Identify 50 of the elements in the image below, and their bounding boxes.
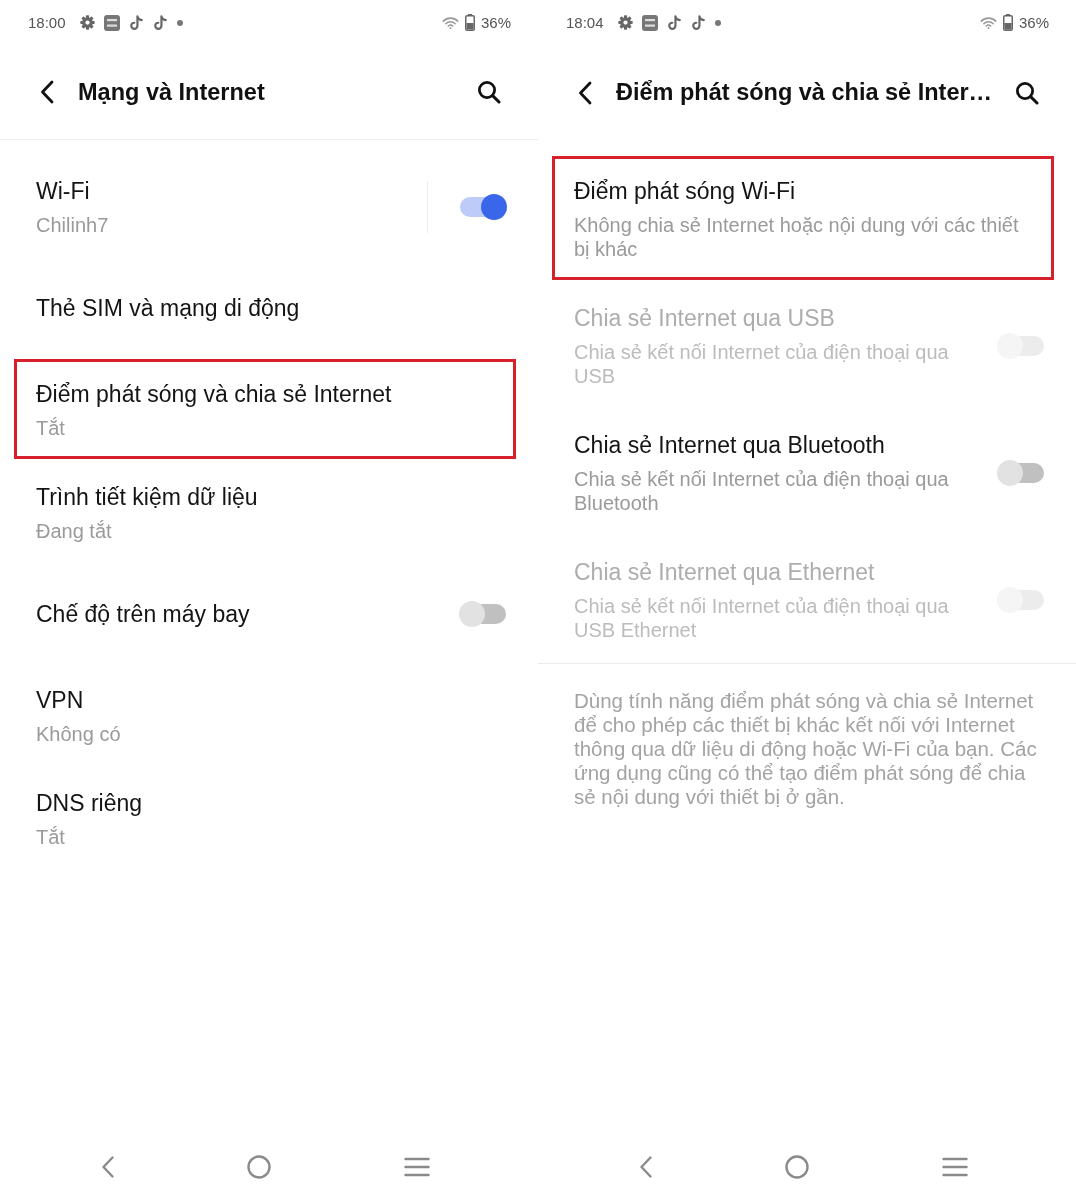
setting-title[interactable]: Wi-Fi: [36, 176, 401, 207]
status-time: 18:00: [28, 14, 66, 31]
toggle-switch[interactable]: [459, 600, 507, 628]
setting-title[interactable]: Chia sẻ Internet qua Bluetooth: [574, 430, 971, 461]
setting-title[interactable]: Thẻ SIM và mạng di động: [36, 292, 495, 324]
status-time: 18:04: [566, 14, 604, 31]
setting-summary: Chia sẻ kết nối Internet của điện thoại qua Bluetooth: [574, 467, 950, 515]
battery-icon: [1002, 14, 1013, 31]
menu-icon[interactable]: [942, 1157, 968, 1177]
music-note-icon: [128, 14, 144, 31]
wifi-icon: [979, 16, 997, 29]
menu-icon[interactable]: [404, 1157, 430, 1177]
music-note-icon: [666, 14, 682, 31]
setting-title[interactable]: Điểm phát sóng Wi-Fi: [574, 176, 1033, 207]
setting-summary: Đang tắt: [36, 519, 113, 543]
gear-icon: [79, 15, 95, 30]
footer-note: Dùng tính năng điểm phát sóng và chia sẻ Internet để cho phép các thiết bị khác kết nối với Internet thông qua dữ liệu di động hoặc Wi-Fi của bạn. Các ứng dụng cũng có thể tạo điểm phát sóng để chia sẻ nội dung với thiết bị ở gần.: [574, 689, 1038, 809]
dot-icon: [714, 19, 721, 26]
music-note-icon: [690, 14, 706, 31]
setting-title[interactable]: Điểm phát sóng và chia sẻ Internet: [36, 379, 495, 410]
setting-summary: Chia sẻ kết nối Internet của điện thoại qua USB: [574, 340, 950, 388]
music-note-icon: [152, 14, 168, 31]
setting-summary: Không chia sẻ Internet hoặc nội dung với các thiết bị khác: [574, 213, 1020, 261]
gear-icon: [617, 15, 633, 30]
setting-title[interactable]: Trình tiết kiệm dữ liệu: [36, 482, 495, 513]
battery-percent: 36%: [480, 14, 511, 31]
setting-summary: Chilinh7: [36, 213, 110, 237]
battery-icon: [464, 14, 475, 31]
setting-summary: Tắt: [36, 825, 66, 849]
setting-summary: Không có: [36, 722, 122, 746]
setting-title[interactable]: VPN: [36, 685, 495, 716]
battery-percent: 36%: [1018, 14, 1049, 31]
page-title: Mạng và Internet: [78, 78, 266, 106]
setting-title[interactable]: DNS riêng: [36, 788, 495, 819]
app-tile-icon: [641, 14, 658, 31]
setting-summary: Chia sẻ kết nối Internet của điện thoại qua USB Ethernet: [574, 594, 950, 642]
back-icon[interactable]: [578, 80, 592, 105]
toggle-switch[interactable]: [997, 458, 1045, 487]
home-icon[interactable]: [785, 1155, 809, 1179]
page-title: Điểm phát sóng và chia sẻ Inter…: [616, 79, 994, 106]
search-icon[interactable]: [477, 80, 501, 104]
dot-icon: [176, 19, 183, 26]
wifi-icon: [441, 16, 459, 29]
setting-title[interactable]: Chế độ trên máy bay: [36, 598, 433, 630]
search-icon[interactable]: [1015, 80, 1039, 105]
back-icon[interactable]: [40, 80, 54, 104]
toggle-switch[interactable]: [459, 192, 507, 221]
setting-summary: Tắt: [36, 416, 66, 440]
app-tile-icon: [103, 14, 120, 31]
home-icon[interactable]: [247, 1155, 271, 1179]
